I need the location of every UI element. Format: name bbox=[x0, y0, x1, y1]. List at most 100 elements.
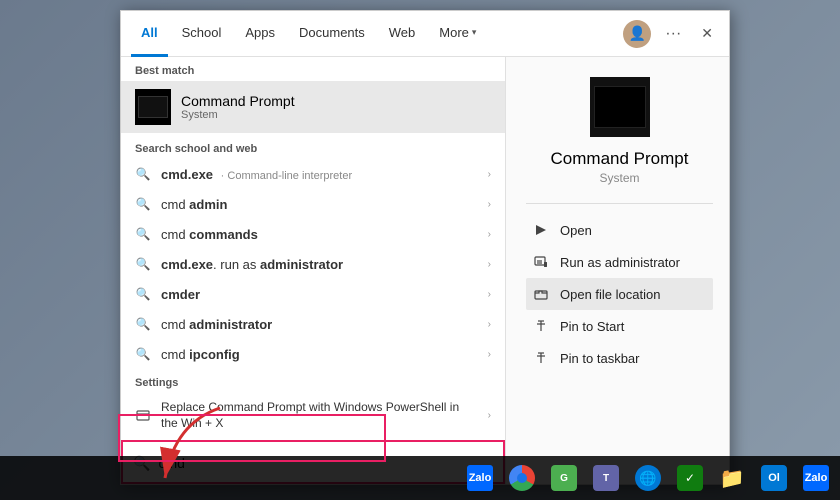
search-icon: 🔍 bbox=[135, 346, 151, 362]
best-match-title: Command Prompt bbox=[181, 93, 295, 109]
search-section-label: Search school and web bbox=[121, 133, 505, 159]
chevron-right-icon: › bbox=[488, 199, 491, 210]
best-match-item[interactable]: Command Prompt System bbox=[121, 81, 505, 133]
chrome-icon bbox=[509, 465, 535, 491]
result-bold: cmd.exe bbox=[161, 257, 213, 272]
search-icon: 🔍 bbox=[135, 226, 151, 242]
more-options-button[interactable]: ··· bbox=[659, 21, 687, 47]
left-panel: Best match Command Prompt System Search … bbox=[121, 57, 506, 484]
taskbar-item-teams[interactable]: T bbox=[586, 458, 626, 498]
taskbar-item-check[interactable]: ✓ bbox=[670, 458, 710, 498]
folder-icon: 📁 bbox=[719, 465, 745, 491]
result-text: cmd administrator bbox=[161, 317, 478, 332]
chevron-right-icon: › bbox=[488, 259, 491, 270]
cmd-icon-inner bbox=[138, 96, 168, 118]
left-scroll[interactable]: Best match Command Prompt System Search … bbox=[121, 57, 505, 440]
chevron-right-icon: › bbox=[488, 349, 491, 360]
result-text: cmd.exe. run as administrator bbox=[161, 257, 478, 272]
settings-text: Replace Command Prompt with Windows Powe… bbox=[161, 400, 478, 431]
action-open[interactable]: Open bbox=[526, 214, 713, 246]
best-match-subtitle: System bbox=[181, 109, 295, 121]
taskbar-item-zalo1[interactable]: Zalo bbox=[460, 458, 500, 498]
index-warning: Search indexing was turned off. Turn ind… bbox=[121, 438, 505, 440]
chevron-right-icon: › bbox=[488, 319, 491, 330]
tab-all[interactable]: All bbox=[131, 11, 168, 57]
check-icon: ✓ bbox=[677, 465, 703, 491]
taskbar-item-zalo2[interactable]: Zalo bbox=[796, 458, 836, 498]
action-run-as-admin[interactable]: Run as administrator bbox=[526, 246, 713, 278]
result-subtitle: · Command-line interpreter bbox=[221, 170, 352, 182]
search-icon: 🔍 bbox=[135, 316, 151, 332]
settings-label: Settings bbox=[121, 369, 505, 393]
tab-web[interactable]: Web bbox=[379, 11, 426, 57]
action-open-file-location[interactable]: Open file location bbox=[526, 278, 713, 310]
tab-more[interactable]: More ▾ bbox=[429, 11, 486, 57]
settings-item[interactable]: Replace Command Prompt with Windows Powe… bbox=[121, 393, 505, 438]
taskbar-item-folder[interactable]: 📁 bbox=[712, 458, 752, 498]
taskbar: Zalo G T 🌐 ✓ 📁 Ol Zalo bbox=[0, 456, 840, 500]
avatar[interactable]: 👤 bbox=[623, 20, 651, 48]
search-icon: 🔍 bbox=[135, 196, 151, 212]
zalo-icon: Zalo bbox=[467, 465, 493, 491]
taskbar-item-green[interactable]: G bbox=[544, 458, 584, 498]
zalo2-icon: Zalo bbox=[803, 465, 829, 491]
action-pin-to-start[interactable]: Pin to Start bbox=[526, 310, 713, 342]
best-match-label: Best match bbox=[121, 57, 505, 81]
best-match-text: Command Prompt System bbox=[181, 93, 295, 121]
list-item[interactable]: 🔍 cmd.exe · Command-line interpreter › bbox=[121, 159, 505, 189]
tab-apps[interactable]: Apps bbox=[235, 11, 285, 57]
pin-taskbar-icon bbox=[532, 349, 550, 367]
desktop: All School Apps Documents Web More ▾ 👤 ·… bbox=[0, 0, 840, 500]
outlook-icon: Ol bbox=[761, 465, 787, 491]
taskbar-item-chrome[interactable] bbox=[502, 458, 542, 498]
chevron-right-icon: › bbox=[488, 410, 491, 421]
result-text: cmd.exe · Command-line interpreter bbox=[161, 167, 478, 182]
nav-tabs: All School Apps Documents Web More ▾ bbox=[131, 11, 623, 57]
top-nav: All School Apps Documents Web More ▾ 👤 ·… bbox=[121, 11, 729, 57]
action-pin-to-taskbar[interactable]: Pin to taskbar bbox=[526, 342, 713, 374]
result-bold: admin bbox=[189, 197, 227, 212]
result-text: cmd commands bbox=[161, 227, 478, 242]
result-text: cmd admin bbox=[161, 197, 478, 212]
cmd-icon bbox=[135, 89, 171, 125]
chevron-down-icon: ▾ bbox=[472, 27, 477, 38]
close-button[interactable]: ✕ bbox=[695, 21, 719, 46]
app-icon-inner bbox=[594, 86, 646, 128]
action-label-pin-taskbar: Pin to taskbar bbox=[560, 351, 640, 366]
chevron-right-icon: › bbox=[488, 229, 491, 240]
result-bold2: administrator bbox=[260, 257, 343, 272]
taskbar-item-globe[interactable]: 🌐 bbox=[628, 458, 668, 498]
list-item[interactable]: 🔍 cmd.exe. run as administrator › bbox=[121, 249, 505, 279]
chevron-right-icon: › bbox=[488, 289, 491, 300]
result-bold: cmder bbox=[161, 287, 200, 302]
main-content: Best match Command Prompt System Search … bbox=[121, 57, 729, 484]
list-item[interactable]: 🔍 cmd commands › bbox=[121, 219, 505, 249]
divider bbox=[526, 203, 713, 204]
open-icon bbox=[532, 221, 550, 239]
taskbar-item-outlook[interactable]: Ol bbox=[754, 458, 794, 498]
list-item[interactable]: 🔍 cmder › bbox=[121, 279, 505, 309]
app-subtitle: System bbox=[599, 171, 639, 185]
result-bold: administrator bbox=[189, 317, 272, 332]
settings-icon bbox=[135, 408, 151, 424]
pin-start-icon bbox=[532, 317, 550, 335]
run-as-admin-icon bbox=[532, 253, 550, 271]
list-item[interactable]: 🔍 cmd administrator › bbox=[121, 309, 505, 339]
app-icon bbox=[590, 77, 650, 137]
search-icon: 🔍 bbox=[135, 166, 151, 182]
list-item[interactable]: 🔍 cmd admin › bbox=[121, 189, 505, 219]
search-icon: 🔍 bbox=[135, 286, 151, 302]
result-bold: cmd.exe bbox=[161, 167, 213, 182]
globe-icon: 🌐 bbox=[635, 465, 661, 491]
chevron-right-icon: › bbox=[488, 169, 491, 180]
result-text: cmder bbox=[161, 287, 478, 302]
nav-right: 👤 ··· ✕ bbox=[623, 20, 719, 48]
result-text: cmd ipconfig bbox=[161, 347, 478, 362]
result-bold: ipconfig bbox=[189, 347, 240, 362]
right-panel: Command Prompt System Open bbox=[506, 57, 729, 484]
tab-school[interactable]: School bbox=[172, 11, 232, 57]
list-item[interactable]: 🔍 cmd ipconfig › bbox=[121, 339, 505, 369]
tab-documents[interactable]: Documents bbox=[289, 11, 375, 57]
action-label-open-location: Open file location bbox=[560, 287, 660, 302]
start-menu: All School Apps Documents Web More ▾ 👤 ·… bbox=[120, 10, 730, 485]
